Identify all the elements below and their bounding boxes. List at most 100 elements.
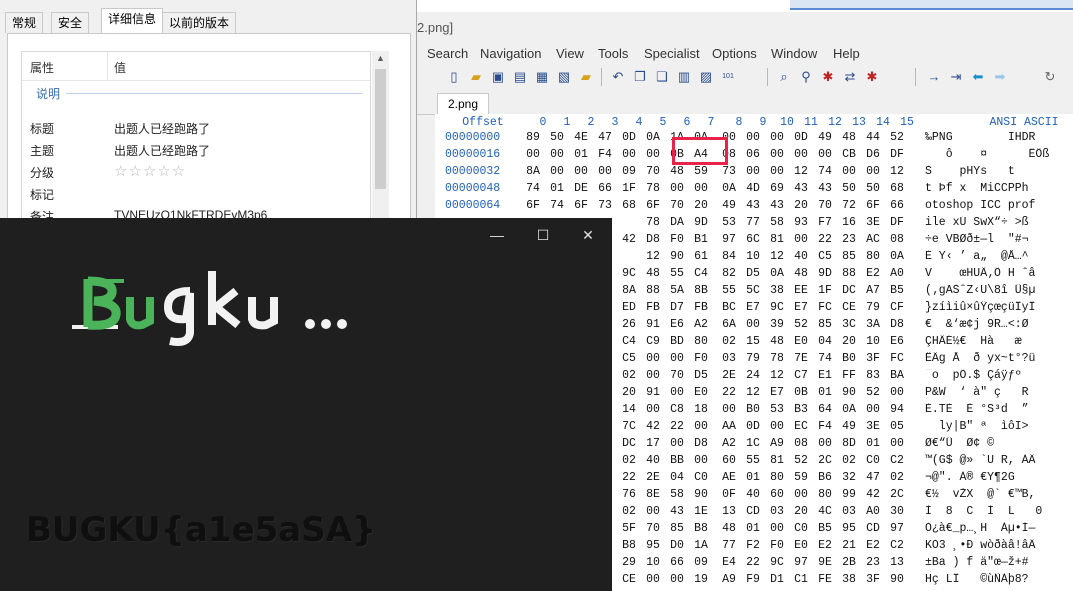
hex-byte[interactable]: B5 bbox=[885, 284, 909, 297]
save-icon[interactable]: ▣ bbox=[489, 68, 507, 86]
hex-byte[interactable]: D8 bbox=[885, 318, 909, 331]
hex-byte[interactable]: 44 bbox=[861, 131, 885, 144]
tab-details[interactable]: 详细信息 bbox=[101, 8, 164, 34]
hex-byte[interactable]: E0 bbox=[689, 386, 713, 399]
hex-byte[interactable]: CE bbox=[617, 573, 641, 586]
hex-byte[interactable]: 0A bbox=[641, 131, 665, 144]
hex-byte[interactable]: 90 bbox=[837, 386, 861, 399]
hex-byte[interactable]: 00 bbox=[641, 369, 665, 382]
hex-byte[interactable]: 01 bbox=[861, 437, 885, 450]
ascii-row[interactable]: È Y‹ ’ a„ @Å…^ bbox=[925, 250, 1073, 267]
hex-byte[interactable]: 22 bbox=[741, 556, 765, 569]
hex-byte[interactable]: 9C bbox=[765, 301, 789, 314]
hex-byte[interactable]: 76 bbox=[617, 488, 641, 501]
hex-byte[interactable]: A9 bbox=[717, 573, 741, 586]
hex-byte[interactable]: FB bbox=[641, 301, 665, 314]
hex-byte[interactable]: 88 bbox=[641, 284, 665, 297]
hex-byte[interactable]: 55 bbox=[741, 454, 765, 467]
goto-sector-icon[interactable]: ⇥ bbox=[947, 68, 965, 86]
hex-byte[interactable]: 10 bbox=[861, 335, 885, 348]
property-row-subject[interactable]: 主题 出题人已经跑路了 bbox=[22, 139, 370, 161]
hex-byte[interactable]: 50 bbox=[545, 131, 569, 144]
hex-byte[interactable]: 72 bbox=[837, 199, 861, 212]
hex-byte[interactable]: 0A bbox=[837, 403, 861, 416]
maximize-icon[interactable]: ☐ bbox=[528, 227, 558, 244]
ascii-row[interactable]: otoshop ICC prof bbox=[925, 199, 1073, 216]
hex-byte[interactable]: F0 bbox=[765, 539, 789, 552]
hex-byte[interactable]: 89 bbox=[521, 131, 545, 144]
hex-byte[interactable]: 77 bbox=[741, 216, 765, 229]
hex-byte[interactable]: 02 bbox=[885, 471, 909, 484]
hex-byte[interactable]: 66 bbox=[665, 556, 689, 569]
hex-byte[interactable]: 99 bbox=[837, 488, 861, 501]
hex-byte[interactable]: AC bbox=[861, 233, 885, 246]
hex-byte[interactable]: 47 bbox=[593, 131, 617, 144]
hex-byte[interactable]: 77 bbox=[717, 539, 741, 552]
ascii-row[interactable]: ±Ba ) f ä"œ—ž+# bbox=[925, 556, 1073, 573]
paste-icon[interactable]: ▥ bbox=[675, 68, 693, 86]
hex-byte[interactable]: D7 bbox=[665, 301, 689, 314]
ascii-row[interactable]: Ò¿à€_p…¸H Àµ•Í— bbox=[925, 522, 1073, 539]
hex-byte[interactable]: 01 bbox=[741, 471, 765, 484]
hex-byte[interactable]: 13 bbox=[885, 556, 909, 569]
hex-byte[interactable]: 9D bbox=[813, 267, 837, 280]
hex-byte[interactable]: DA bbox=[665, 216, 689, 229]
hex-byte[interactable]: 49 bbox=[837, 420, 861, 433]
ascii-row[interactable]: ÇHÄÉ½€ Hà æ bbox=[925, 335, 1073, 352]
hex-byte[interactable]: F0 bbox=[665, 233, 689, 246]
hex-byte[interactable]: 3F bbox=[861, 352, 885, 365]
hex-byte[interactable]: 00 bbox=[789, 148, 813, 161]
hex-byte[interactable]: 42 bbox=[861, 488, 885, 501]
hex-byte[interactable]: 69 bbox=[765, 182, 789, 195]
hex-byte[interactable]: 00 bbox=[665, 573, 689, 586]
column-value-header[interactable]: 值 bbox=[114, 59, 126, 76]
tab-2png[interactable]: 2.png bbox=[437, 93, 489, 115]
hex-byte[interactable]: FF bbox=[837, 369, 861, 382]
hex-byte[interactable]: 00 bbox=[837, 165, 861, 178]
hex-byte[interactable]: 00 bbox=[717, 403, 741, 416]
hex-byte[interactable]: 29 bbox=[617, 556, 641, 569]
hex-byte[interactable]: C0 bbox=[789, 522, 813, 535]
hex-byte[interactable]: 10 bbox=[641, 556, 665, 569]
hex-byte[interactable]: A9 bbox=[765, 437, 789, 450]
hex-byte[interactable]: 00 bbox=[813, 148, 837, 161]
tab-previous-versions[interactable]: 以前的版本 bbox=[162, 12, 237, 33]
hex-byte[interactable]: A2 bbox=[717, 437, 741, 450]
ascii-row[interactable]: ÷e VBØð±—l "#¬ bbox=[925, 233, 1073, 250]
hex-byte[interactable]: 19 bbox=[689, 573, 713, 586]
hex-byte[interactable]: 20 bbox=[789, 505, 813, 518]
hex-byte[interactable]: 43 bbox=[813, 182, 837, 195]
hex-byte[interactable]: 9D bbox=[689, 216, 713, 229]
hex-byte[interactable]: 1F bbox=[617, 182, 641, 195]
hex-byte[interactable]: 2C bbox=[813, 454, 837, 467]
hex-byte[interactable]: 82 bbox=[717, 267, 741, 280]
ascii-row[interactable]: (‚gAŠˆZ‹U\8î Ü§µ bbox=[925, 284, 1073, 301]
hex-byte[interactable]: 3E bbox=[861, 216, 885, 229]
hex-byte[interactable]: 00 bbox=[665, 182, 689, 195]
hex-byte[interactable]: 6A bbox=[717, 318, 741, 331]
hex-byte[interactable]: 20 bbox=[617, 386, 641, 399]
hex-byte[interactable]: 48 bbox=[789, 267, 813, 280]
hex-byte[interactable]: 32 bbox=[837, 471, 861, 484]
hex-byte[interactable]: 4C bbox=[813, 505, 837, 518]
hex-byte[interactable]: 04 bbox=[665, 471, 689, 484]
ascii-row[interactable]: €½ vŽX @` €™B, bbox=[925, 488, 1073, 505]
hex-byte[interactable]: 48 bbox=[837, 131, 861, 144]
hex-byte[interactable]: FE bbox=[813, 573, 837, 586]
hex-byte[interactable]: 38 bbox=[765, 284, 789, 297]
hex-byte[interactable]: 55 bbox=[665, 267, 689, 280]
hex-byte[interactable]: E0 bbox=[789, 539, 813, 552]
hex-byte[interactable]: CF bbox=[885, 301, 909, 314]
hex-byte[interactable]: 47 bbox=[861, 471, 885, 484]
goto-offset-icon[interactable]: → bbox=[925, 68, 943, 86]
hex-byte[interactable]: C2 bbox=[885, 454, 909, 467]
hex-byte[interactable]: 0F bbox=[717, 488, 741, 501]
hex-byte[interactable]: 7C bbox=[617, 420, 641, 433]
hex-byte[interactable]: CD bbox=[741, 505, 765, 518]
hex-byte[interactable]: 20 bbox=[837, 335, 861, 348]
hex-byte[interactable]: 43 bbox=[789, 182, 813, 195]
hex-byte[interactable]: B8 bbox=[617, 539, 641, 552]
find-hex-icon[interactable]: ✱ bbox=[819, 68, 837, 86]
hex-byte[interactable]: E2 bbox=[861, 539, 885, 552]
star-rating-icon[interactable]: ☆☆☆☆☆ bbox=[114, 162, 186, 180]
